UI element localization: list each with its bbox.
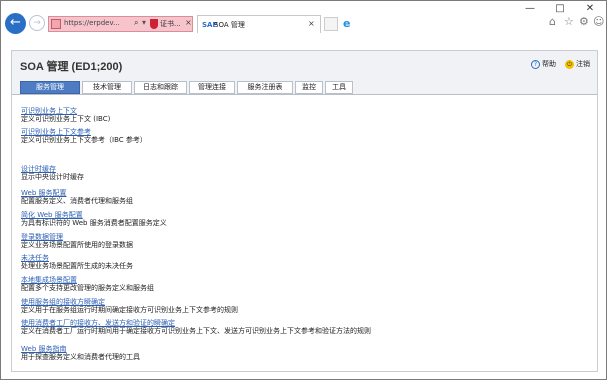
browser-window: — □ ✕ ← → https://erpdev... ⌕ ▾ 证书... × … (0, 0, 607, 380)
tab-tools[interactable]: 工具 (325, 81, 353, 94)
address-bar[interactable]: https://erpdev... ⌕ ▾ 证书... × (48, 16, 193, 32)
minimize-button[interactable]: — (519, 3, 541, 15)
list-item: 本地集成场景配置 配置多个支持更改管理的服务定义和服务组 (21, 276, 154, 292)
item-description: 用于探查服务定义和消费者代理的工具 (21, 353, 140, 361)
logout-label: 注销 (576, 60, 590, 68)
maximize-button[interactable]: □ (549, 3, 571, 15)
item-description: 配置多个支持更改管理的服务定义和服务组 (21, 284, 154, 292)
list-item: 可识别业务上下文 定义可识别业务上下文 (IBC) (21, 107, 110, 123)
item-link[interactable]: Web 服务指南 (21, 345, 140, 353)
close-window-button[interactable]: ✕ (579, 3, 601, 15)
item-link[interactable]: 登录数据管理 (21, 233, 133, 241)
tab-service-registry[interactable]: 服务注册表 (237, 81, 293, 94)
certificate-shield-icon[interactable] (150, 19, 158, 29)
service-list: 可识别业务上下文 定义可识别业务上下文 (IBC) 可识别业务上下文参考 定义可… (12, 95, 597, 371)
browser-chrome: — □ ✕ ← → https://erpdev... ⌕ ▾ 证书... × … (1, 1, 606, 45)
soa-management-page: SOA 管理 (ED1;200) ? 帮助 ⏻ 注销 服务管理 技术管理 日志和跟踪… (11, 50, 598, 372)
list-item: Web 服务配置 配置服务定义、消费者代理和服务组 (21, 189, 133, 205)
item-link[interactable]: 使用服务组的接收方瞬确定 (21, 298, 238, 306)
forward-icon[interactable]: → (29, 15, 45, 31)
item-link[interactable]: 设计时缓存 (21, 165, 84, 173)
ie-logo-icon[interactable]: e (343, 17, 350, 30)
item-description: 显示中央设计时缓存 (21, 173, 84, 181)
list-item: 设计时缓存 显示中央设计时缓存 (21, 165, 84, 181)
tab-technical-management[interactable]: 技术管理 (82, 81, 132, 94)
item-description: 定义业务场景配置所使用的登录数据 (21, 241, 133, 249)
page-title: SOA 管理 (ED1;200) (20, 61, 123, 73)
list-item: 使用消费者工厂的接收方、发送方和验证的瞬确定 定义在消费者工厂运行时期间用于确定… (21, 319, 371, 335)
smiley-icon[interactable]: ☺ (593, 15, 604, 28)
help-link[interactable]: ? 帮助 (531, 59, 556, 69)
item-link[interactable]: 未决任务 (21, 254, 133, 262)
address-separator: ▾ (142, 18, 147, 27)
item-link[interactable]: 可识别业务上下文 (21, 107, 110, 115)
list-item: 未决任务 处理业务场景配置所生成的未决任务 (21, 254, 133, 270)
page-icon (51, 19, 61, 29)
logout-link[interactable]: ⏻ 注销 (565, 59, 590, 69)
tab-monitoring[interactable]: 监控 (295, 81, 323, 94)
list-item: 可识别业务上下文参考 定义可识别业务上下文参考（IBC 参考） (21, 128, 147, 144)
new-tab-button[interactable] (324, 17, 338, 31)
help-label: 帮助 (542, 60, 556, 68)
browser-tab[interactable]: SAP SOA 管理 × (197, 15, 321, 33)
item-description: 定义可识别业务上下文参考（IBC 参考） (21, 136, 147, 144)
list-item: 登录数据管理 定义业务场景配置所使用的登录数据 (21, 233, 133, 249)
search-icon[interactable]: ⌕ (134, 18, 138, 28)
main-tabs: 服务管理 技术管理 日志和跟踪 管理连接 服务注册表 监控 工具 (20, 81, 591, 94)
list-item: 简化 Web 服务配置 为具有标识符的 Web 服务消费者配置服务定义 (21, 211, 167, 227)
stop-icon[interactable]: × (185, 18, 192, 27)
list-item: Web 服务指南 用于探查服务定义和消费者代理的工具 (21, 345, 140, 361)
address-url: https://erpdev... (64, 19, 120, 27)
gear-icon[interactable]: ⚙ (579, 15, 589, 28)
item-link[interactable]: 可识别业务上下文参考 (21, 128, 147, 136)
item-description: 定义用于在服务组运行时期间确定接收方可识别业务上下文参考的规则 (21, 306, 238, 314)
help-icon: ? (531, 59, 540, 69)
tab-manage-connections[interactable]: 管理连接 (189, 81, 235, 94)
item-link[interactable]: 简化 Web 服务配置 (21, 211, 167, 219)
item-description: 配置服务定义、消费者代理和服务组 (21, 197, 133, 205)
back-icon[interactable]: ← (5, 13, 26, 34)
item-link[interactable]: Web 服务配置 (21, 189, 133, 197)
item-description: 处理业务场景配置所生成的未决任务 (21, 262, 133, 270)
item-link[interactable]: 本地集成场景配置 (21, 276, 154, 284)
tab-close-icon[interactable]: × (308, 19, 315, 28)
list-item: 使用服务组的接收方瞬确定 定义用于在服务组运行时期间确定接收方可识别业务上下文参… (21, 298, 238, 314)
tab-service-management[interactable]: 服务管理 (20, 81, 80, 94)
tab-title: SOA 管理 (214, 21, 245, 29)
tab-logs-and-traces[interactable]: 日志和跟踪 (134, 81, 187, 94)
item-description: 定义可识别业务上下文 (IBC) (21, 115, 111, 123)
item-link[interactable]: 使用消费者工厂的接收方、发送方和验证的瞬确定 (21, 319, 371, 327)
certificate-error-label[interactable]: 证书... (160, 19, 181, 29)
item-description: 为具有标识符的 Web 服务消费者配置服务定义 (21, 219, 167, 227)
home-icon[interactable]: ⌂ (549, 15, 556, 28)
logout-icon: ⏻ (565, 59, 574, 69)
item-description: 定义在消费者工厂运行时期间用于确定接收方可识别业务上下文、发送方可识别业务上下文… (21, 327, 371, 335)
star-icon[interactable]: ☆ (564, 15, 574, 28)
